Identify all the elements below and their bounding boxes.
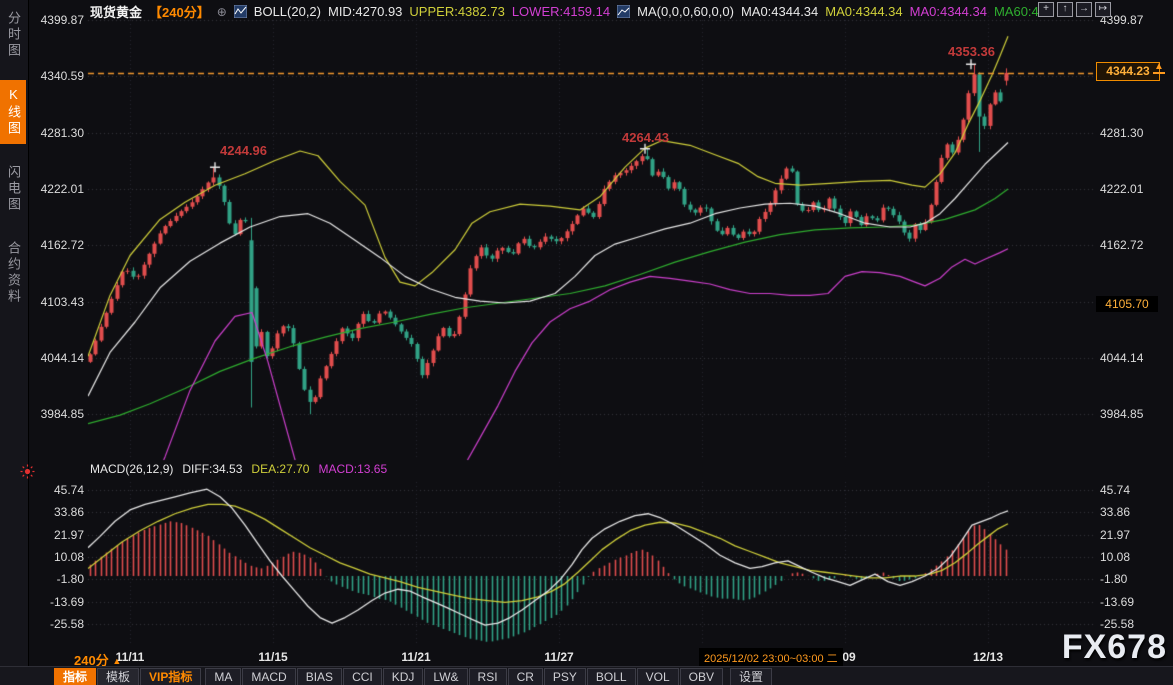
- toolbar-button-模板[interactable]: 模板: [97, 668, 139, 685]
- macd-axis-label: 21.97: [1100, 528, 1152, 542]
- price-high-annotation: 4244.96: [220, 143, 267, 158]
- toolbar-button-OBV[interactable]: OBV: [680, 668, 723, 685]
- sidebar-tab-分时图[interactable]: 分时图: [0, 4, 26, 66]
- current-price-tag: 4344.23: [1096, 62, 1160, 81]
- macd-axis-label: -1.80: [32, 572, 84, 586]
- symbol-name: 现货黄金: [90, 2, 142, 21]
- crosshair-date-tooltip: 2025/12/02 23:00~03:00 二: [699, 648, 843, 668]
- toolbar-button-BIAS[interactable]: BIAS: [297, 668, 342, 685]
- price-axis-label: 4281.30: [1100, 126, 1152, 140]
- ma0-yellow-value: MA0:4344.34: [825, 4, 902, 19]
- price-high-annotation: 4264.43: [622, 130, 669, 145]
- price-axis-label: 3984.85: [1100, 407, 1152, 421]
- macd-axis-label: 10.08: [1100, 550, 1152, 564]
- chart-header: 现货黄金 【240分】 ⊕ BOLL(20,2) MID:4270.93 UPP…: [90, 2, 1039, 21]
- macd-axis-label: -25.58: [32, 617, 84, 631]
- price-axis-label: 4281.30: [32, 126, 84, 140]
- chart-type-sidebar: 分时图 K线图闪电图合约资料: [0, 0, 29, 685]
- toolbar-button-CCI[interactable]: CCI: [343, 668, 382, 685]
- price-axis-label: 4044.14: [32, 351, 84, 365]
- sidebar-tab-合约资料[interactable]: 合约资料: [0, 234, 26, 312]
- toolbar-button-CR[interactable]: CR: [508, 668, 543, 685]
- sidebar-tab-闪电图[interactable]: 闪电图: [0, 158, 26, 220]
- toolbar-button-LW&[interactable]: LW&: [424, 668, 467, 685]
- price-axis-label: 4162.72: [32, 238, 84, 252]
- ma60-green-value: MA60:4: [994, 4, 1039, 19]
- trading-app-window: 分时图 K线图闪电图合约资料 现货黄金 【240分】 ⊕ BOLL(20,2) M…: [0, 0, 1173, 685]
- x-axis-label: 11/15: [258, 650, 287, 664]
- toolbar-button-BOLL[interactable]: BOLL: [587, 668, 636, 685]
- price-axis-label: 4162.72: [1100, 238, 1152, 252]
- macd-axis-label: -13.69: [1100, 595, 1152, 609]
- price-axis-label: 4222.01: [32, 182, 84, 196]
- price-axis-label: 4103.43: [32, 295, 84, 309]
- timeframe-label[interactable]: 【240分】: [149, 2, 210, 21]
- ma0-magenta-value: MA0:4344.34: [910, 4, 987, 19]
- macd-dea-value: DEA:27.70: [251, 462, 309, 476]
- price-axis-label: 4399.87: [32, 13, 84, 27]
- ma-indicator-icon[interactable]: [617, 5, 630, 18]
- toolbar-button-KDJ[interactable]: KDJ: [383, 668, 424, 685]
- macd-axis-label: -13.69: [32, 595, 84, 609]
- macd-axis-label: 21.97: [32, 528, 84, 542]
- price-axis-label: 3984.85: [32, 407, 84, 421]
- shift-right-icon[interactable]: ↦: [1095, 2, 1111, 17]
- ma0-white-value: MA0:4344.34: [741, 4, 818, 19]
- toolbar-button-指标[interactable]: 指标: [54, 668, 96, 685]
- ma-label: MA(0,0,0,60,0,0): [637, 4, 734, 19]
- toolbar-button-MACD[interactable]: MACD: [242, 668, 295, 685]
- kline-chart-canvas[interactable]: [0, 0, 1173, 685]
- price-alert-marker-icon[interactable]: ▲: [1153, 62, 1165, 74]
- toolbar-button-RSI[interactable]: RSI: [469, 668, 507, 685]
- alert-icon[interactable]: [20, 464, 35, 484]
- boll-lower-value: LOWER:4159.14: [512, 4, 610, 19]
- level-price-tag: 4105.70: [1096, 296, 1158, 312]
- link-icon[interactable]: ⊕: [217, 5, 227, 19]
- indicator-toolbar: 指标模板VIP指标MAMACDBIASCCIKDJLW&RSICRPSYBOLL…: [0, 666, 1173, 685]
- macd-axis-label: 45.74: [32, 483, 84, 497]
- price-axis-label: 4044.14: [1100, 351, 1152, 365]
- boll-label: BOLL(20,2): [254, 4, 321, 19]
- boll-indicator-icon[interactable]: [234, 5, 247, 18]
- brand-watermark: FX678: [1062, 628, 1167, 667]
- zoom-vertical-icon[interactable]: ↑: [1057, 2, 1073, 17]
- sidebar-tab-K线图[interactable]: K线图: [0, 80, 26, 144]
- toolbar-button-MA[interactable]: MA: [205, 668, 241, 685]
- macd-label: MACD(26,12,9): [90, 462, 173, 476]
- toolbar-button-VIP指标[interactable]: VIP指标: [140, 668, 201, 685]
- boll-upper-value: UPPER:4382.73: [409, 4, 504, 19]
- macd-axis-label: 33.86: [32, 505, 84, 519]
- macd-axis-label: 45.74: [1100, 483, 1152, 497]
- x-axis-label: 12/13: [973, 650, 1003, 664]
- macd-axis-label: -1.80: [1100, 572, 1152, 586]
- macd-macd-value: MACD:13.65: [318, 462, 387, 476]
- price-axis-label: 4340.59: [32, 69, 84, 83]
- price-axis-label: 4222.01: [1100, 182, 1152, 196]
- toolbar-button-设置[interactable]: 设置: [730, 668, 772, 685]
- pan-icon[interactable]: +: [1038, 2, 1054, 17]
- macd-header: MACD(26,12,9) DIFF:34.53 DEA:27.70 MACD:…: [90, 462, 387, 476]
- chart-control-icons: +↑→↦: [1038, 2, 1111, 17]
- toolbar-button-PSY[interactable]: PSY: [544, 668, 586, 685]
- x-axis-label: 11/27: [544, 650, 573, 664]
- macd-axis-label: 33.86: [1100, 505, 1152, 519]
- macd-axis-label: 10.08: [32, 550, 84, 564]
- macd-diff-value: DIFF:34.53: [182, 462, 242, 476]
- price-high-annotation: 4353.36: [948, 44, 995, 59]
- period-arrow-icon: ▲: [112, 656, 121, 666]
- x-axis-label: 11/21: [401, 650, 430, 664]
- toolbar-button-VOL[interactable]: VOL: [637, 668, 679, 685]
- zoom-horizontal-icon[interactable]: →: [1076, 2, 1092, 17]
- boll-mid-value: MID:4270.93: [328, 4, 402, 19]
